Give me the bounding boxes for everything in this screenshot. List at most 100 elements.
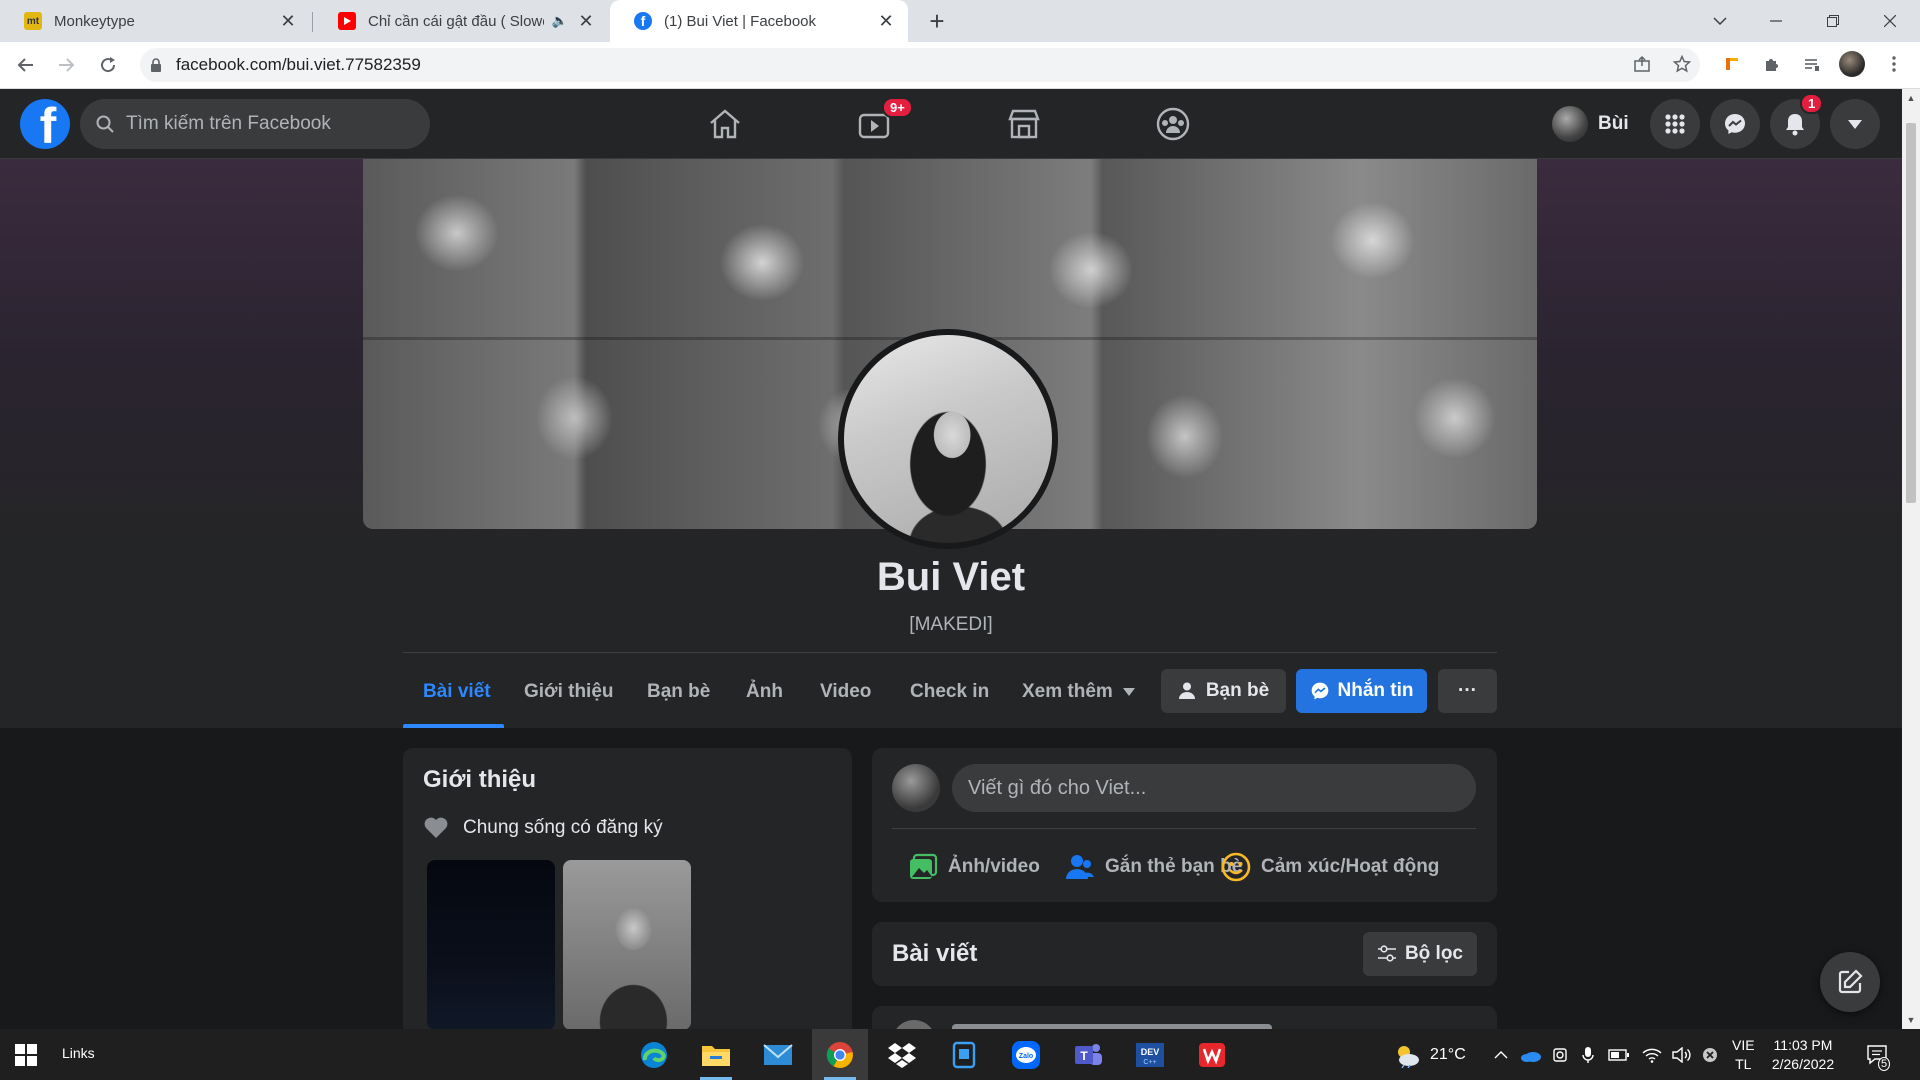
messenger-button[interactable]: [1710, 99, 1760, 149]
input-language[interactable]: VIE TL: [1732, 1029, 1755, 1080]
menu-button[interactable]: [1650, 99, 1700, 149]
facebook-logo[interactable]: f: [20, 99, 70, 149]
notifications-button[interactable]: 1: [1770, 93, 1824, 149]
close-tab-icon[interactable]: ✕: [278, 11, 298, 31]
tab-photos[interactable]: Ảnh: [726, 664, 803, 720]
filter-button[interactable]: Bộ lọc: [1362, 932, 1477, 976]
facebook-header: f Tìm kiếm trên Facebook 9+ Bùi 1: [0, 89, 1902, 159]
featured-photo[interactable]: [427, 860, 555, 1030]
puzzle-icon[interactable]: [1758, 50, 1786, 78]
nav-home[interactable]: [665, 89, 785, 159]
new-message-button[interactable]: [1820, 952, 1880, 1012]
close-tab-icon[interactable]: ✕: [876, 11, 896, 31]
mail-app[interactable]: [750, 1029, 806, 1080]
tab-youtube[interactable]: Chỉ cần cái gật đầu ( Slowed 🔈 ✕: [314, 0, 608, 42]
meet-tray[interactable]: [1552, 1029, 1568, 1080]
wps-app[interactable]: [1184, 1029, 1240, 1080]
share-icon[interactable]: [1628, 50, 1656, 78]
show-hidden-icons[interactable]: [1494, 1029, 1508, 1080]
taskbar-clock[interactable]: 11:03 PM 2/26/2022: [1758, 1036, 1848, 1074]
tab-about[interactable]: Giới thiệu: [504, 664, 634, 720]
avatar: [892, 1020, 936, 1029]
header-profile-link[interactable]: Bùi: [1548, 101, 1637, 147]
microphone-icon: [1582, 1046, 1594, 1063]
scroll-down-arrow[interactable]: ▼: [1902, 1011, 1920, 1029]
blocked-icon: [1703, 1047, 1717, 1062]
caret-down-icon: [1122, 688, 1135, 696]
close-tab-icon[interactable]: ✕: [576, 11, 596, 31]
composer-input[interactable]: Viết gì đó cho Viet...: [952, 764, 1476, 812]
friends-button[interactable]: Bạn bè: [1161, 669, 1286, 713]
feeling-activity-button[interactable]: Cảm xúc/Hoạt động: [1221, 844, 1439, 890]
profile-avatar-icon[interactable]: [1838, 50, 1866, 78]
scroll-up-arrow[interactable]: ▲: [1902, 89, 1920, 107]
edge-app[interactable]: [626, 1029, 682, 1080]
restore-button[interactable]: [1805, 0, 1861, 42]
links-toolbar[interactable]: Links: [62, 1045, 95, 1061]
reading-list-icon[interactable]: [1798, 50, 1826, 78]
youtube-icon: [338, 12, 356, 30]
marketplace-icon: [1008, 109, 1040, 139]
tab-friends[interactable]: Bạn bè: [627, 664, 730, 720]
start-button[interactable]: [10, 1039, 42, 1071]
windows-logo-icon: [15, 1044, 37, 1066]
facebook-search-input[interactable]: Tìm kiếm trên Facebook: [80, 99, 430, 149]
nav-marketplace[interactable]: [964, 89, 1084, 159]
windows-taskbar: Links Zalo T DEV C++ 21°C VIE TL 11:03 P…: [0, 1029, 1920, 1080]
nav-groups[interactable]: [1113, 89, 1233, 159]
page-scrollbar[interactable]: ▲ ▼: [1902, 89, 1920, 1029]
speaker-icon[interactable]: 🔈: [552, 13, 568, 29]
reload-button[interactable]: [92, 49, 124, 81]
facebook-icon: f: [634, 12, 652, 30]
composer-card: Viết gì đó cho Viet... Ảnh/video Gắn thẻ…: [872, 748, 1497, 902]
tab-facebook[interactable]: f (1) Bui Viet | Facebook ✕: [610, 0, 908, 42]
notification-badge: 1: [1800, 93, 1824, 114]
tab-monkeytype[interactable]: mt Monkeytype ✕: [0, 0, 310, 42]
nav-watch[interactable]: 9+: [814, 89, 934, 159]
tag-friends-button[interactable]: Gắn thẻ bạn bè: [1065, 844, 1242, 890]
action-center[interactable]: 5: [1866, 1029, 1891, 1080]
zalo-app[interactable]: Zalo: [998, 1029, 1054, 1080]
scroll-thumb[interactable]: [1906, 123, 1916, 503]
chrome-app[interactable]: [812, 1029, 868, 1080]
battery-tray[interactable]: [1608, 1029, 1630, 1080]
composer-placeholder: Viết gì đó cho Viet...: [968, 776, 1147, 799]
forward-button[interactable]: [50, 49, 82, 81]
featured-photo[interactable]: [563, 860, 691, 1030]
bookmark-star-icon[interactable]: [1668, 50, 1696, 78]
microphone-tray[interactable]: [1582, 1029, 1594, 1080]
message-button-label: Nhắn tin: [1337, 680, 1414, 701]
extension-icon[interactable]: [1718, 50, 1746, 78]
tab-more-label: Xem thêm: [1022, 681, 1113, 702]
network-tray[interactable]: [1642, 1029, 1662, 1080]
message-button[interactable]: Nhắn tin: [1296, 669, 1427, 713]
tab-more[interactable]: Xem thêm: [1002, 664, 1155, 720]
compose-icon: [1838, 969, 1863, 994]
volume-tray[interactable]: [1672, 1029, 1692, 1080]
file-explorer-app[interactable]: [688, 1029, 744, 1080]
watch-badge: 9+: [882, 97, 913, 118]
store-app[interactable]: [936, 1029, 992, 1080]
back-button[interactable]: [10, 49, 42, 81]
profile-picture[interactable]: [838, 329, 1058, 549]
weather-widget[interactable]: 21°C: [1392, 1029, 1466, 1080]
minimize-button[interactable]: [1748, 0, 1804, 42]
close-window-button[interactable]: [1862, 0, 1918, 42]
dropbox-app[interactable]: [874, 1029, 930, 1080]
tab-posts[interactable]: Bài viết: [403, 664, 511, 720]
avatar: [1552, 106, 1588, 142]
teams-app[interactable]: T: [1060, 1029, 1116, 1080]
onedrive-tray[interactable]: [1520, 1029, 1542, 1080]
chrome-menu-icon[interactable]: [1880, 50, 1908, 78]
more-options-button[interactable]: ···: [1438, 669, 1497, 713]
tab-videos[interactable]: Video: [800, 664, 891, 720]
account-button[interactable]: [1830, 99, 1880, 149]
new-tab-button[interactable]: +: [922, 6, 952, 36]
tab-search-icon[interactable]: [1692, 0, 1748, 42]
search-placeholder: Tìm kiếm trên Facebook: [126, 113, 331, 134]
tab-checkins[interactable]: Check in: [890, 664, 1009, 720]
address-bar[interactable]: facebook.com/bui.viet.77582359: [140, 48, 1700, 82]
photo-video-button[interactable]: Ảnh/video: [908, 844, 1040, 890]
devcpp-app[interactable]: DEV C++: [1122, 1029, 1178, 1080]
status-tray[interactable]: [1702, 1029, 1718, 1080]
